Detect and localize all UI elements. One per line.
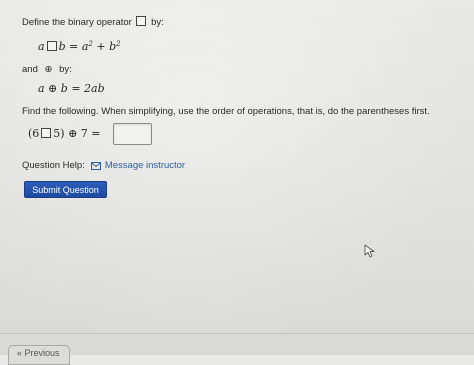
plus-sign: + <box>96 40 106 53</box>
define-prefix-text: Define the binary operator <box>22 17 132 28</box>
expression-open: (6 <box>28 127 40 140</box>
page-divider <box>0 333 474 334</box>
question-help-row: Question Help: Message instructor <box>22 160 185 171</box>
lhs-b: b <box>58 40 66 53</box>
previous-tab[interactable]: « Previous <box>8 345 70 365</box>
box-operator-icon <box>136 16 147 26</box>
define-suffix-text: by: <box>151 17 164 28</box>
message-instructor-link[interactable]: Message instructor <box>105 160 185 171</box>
mouse-cursor-icon <box>364 244 375 258</box>
instructions-text: Find the following. When simplifying, us… <box>22 106 430 117</box>
envelope-icon <box>90 161 101 170</box>
def2-rhs: 2ab <box>84 82 105 95</box>
circled-plus-formula: a ⊕ b = 2ab <box>38 82 105 95</box>
and-prefix-text: and <box>22 64 38 75</box>
expression-op: ⊕ 7 = <box>68 127 101 140</box>
question-help-label: Question Help: <box>22 160 85 171</box>
exponent-a: 2 <box>88 40 93 48</box>
operator-definition-line: Define the binary operator by: <box>22 16 164 28</box>
box-operator-formula: ab = a2 + b2 <box>38 40 121 53</box>
and-suffix-text: by: <box>59 64 72 75</box>
lhs-a: a <box>38 40 45 53</box>
circled-plus-definition-line: and ⊕ by: <box>22 64 72 75</box>
equals-sign: = <box>69 40 79 53</box>
circled-plus-icon: ⊕ <box>44 64 53 75</box>
def2-lhs: a ⊕ b <box>38 82 68 95</box>
exponent-b: 2 <box>116 40 121 48</box>
box-operator-icon <box>41 128 52 138</box>
def2-equals: = <box>71 82 81 95</box>
expression-close: 5) <box>53 127 65 140</box>
box-operator-icon <box>46 41 57 51</box>
submit-question-button[interactable]: Submit Question <box>24 181 107 198</box>
expression: (6 5) ⊕ 7 = <box>28 127 101 140</box>
question-page: Define the binary operator by: ab = a2 +… <box>0 0 474 365</box>
answer-input[interactable] <box>113 123 152 145</box>
